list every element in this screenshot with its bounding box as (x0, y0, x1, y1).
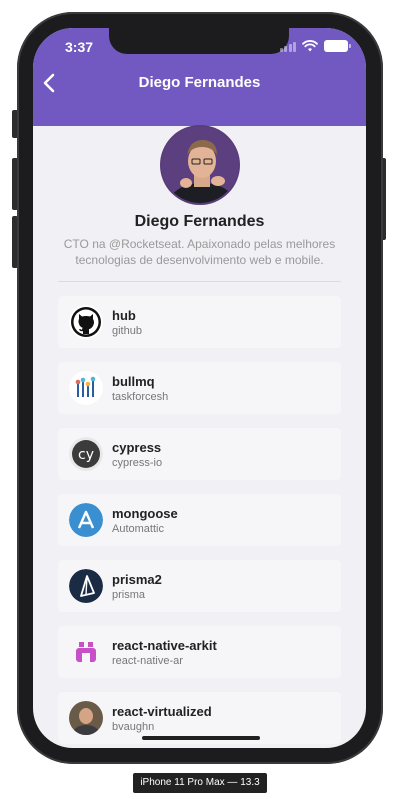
repo-item[interactable]: hub github (58, 296, 341, 348)
svg-text:cy: cy (78, 447, 94, 463)
cypress-icon: cy (69, 437, 103, 471)
device-label: iPhone 11 Pro Max — 13.3 (133, 773, 267, 793)
page-title: Diego Fernandes (138, 74, 261, 91)
repo-owner: cypress-io (112, 457, 163, 469)
profile-bio: CTO na @Rocketseat. Apaixonado pelas mel… (63, 237, 336, 267)
repo-item[interactable]: mongoose Automattic (58, 494, 341, 546)
status-time: 3:37 (65, 39, 94, 55)
repo-name: cypress (112, 440, 162, 455)
notch (109, 28, 289, 54)
repo-item[interactable]: bullmq taskforcesh (58, 362, 341, 414)
taskforce-icon (69, 371, 103, 405)
automattic-icon (69, 503, 103, 537)
repo-name: prisma2 (112, 572, 162, 587)
profile-name: Diego Fernandes (134, 213, 265, 230)
wifi-icon (302, 40, 318, 52)
prisma-icon (69, 569, 103, 603)
repo-owner: github (112, 325, 142, 337)
home-indicator[interactable] (142, 736, 260, 740)
repo-owner: bvaughn (112, 721, 155, 733)
repo-owner: Automattic (112, 523, 164, 535)
repo-name: mongoose (112, 506, 178, 521)
repo-item[interactable]: prisma2 prisma (58, 560, 341, 612)
divider (58, 281, 341, 282)
profile-avatar (160, 125, 240, 205)
repo-name: bullmq (112, 374, 155, 389)
cellular-signal-icon (279, 41, 296, 52)
repo-item[interactable]: cy cypress cypress-io (58, 428, 341, 480)
repo-item[interactable]: react-native-arkit react-native-ar (58, 626, 341, 678)
battery-icon (324, 40, 351, 52)
status-icons (279, 40, 351, 52)
github-octocat-icon (69, 305, 103, 339)
repo-name: react-virtualized (112, 704, 212, 719)
app-screen: 3:37 Diego Fernandes Diego Fernandes CTO… (33, 28, 366, 748)
starred-repo-list: hub github bullmq taskforcesh cy cypress… (58, 296, 341, 748)
repo-owner: prisma (112, 589, 146, 601)
bvaughn-avatar (69, 701, 103, 735)
header-bar: 3:37 Diego Fernandes (33, 28, 366, 126)
repo-owner: taskforcesh (112, 391, 169, 403)
repo-name: react-native-arkit (112, 638, 217, 653)
react-native-ar-icon (69, 635, 103, 669)
repo-owner: react-native-ar (112, 655, 183, 667)
repo-name: hub (112, 308, 136, 323)
